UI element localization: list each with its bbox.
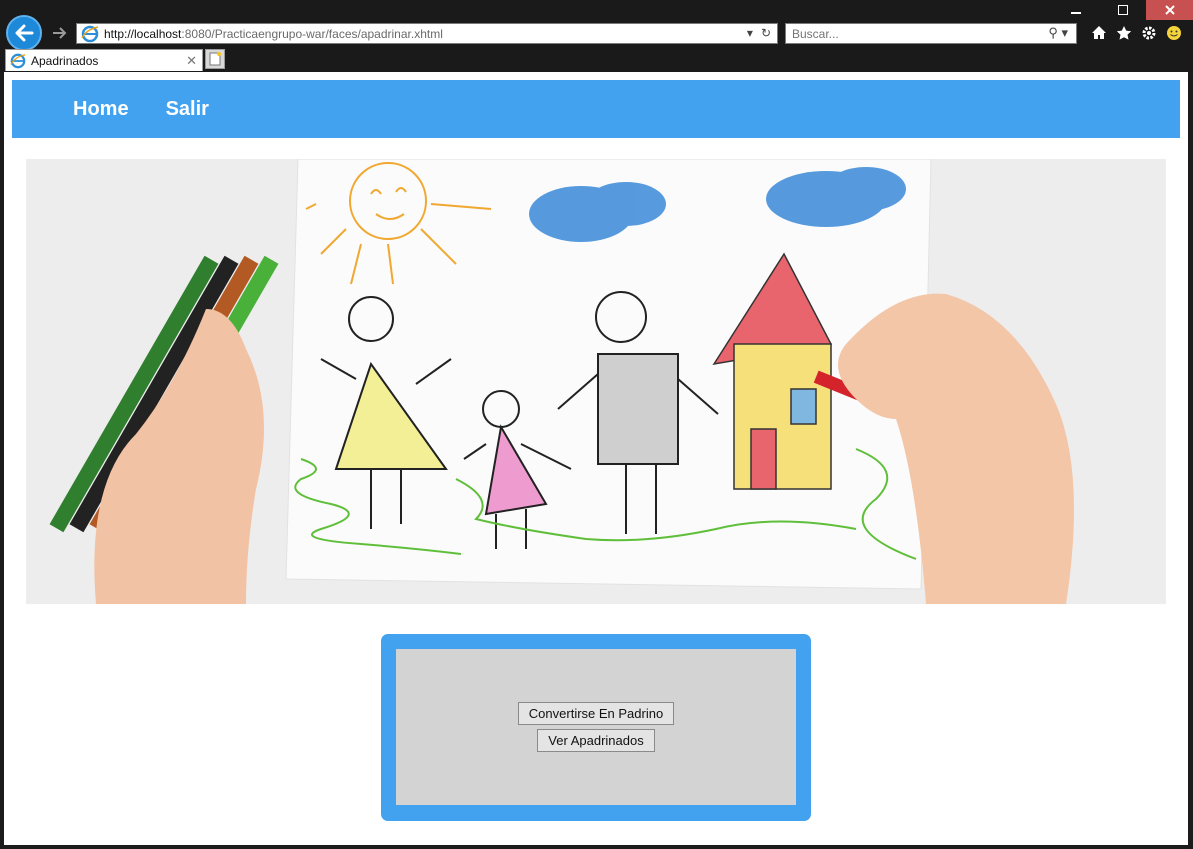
favorites-star-icon[interactable] [1115,24,1133,42]
ie-tab-icon [10,53,26,68]
ie-icon [81,25,99,42]
arrow-left-icon [15,24,34,42]
smiley-icon[interactable] [1165,24,1183,42]
tab-apadrinados[interactable]: Apadrinados ✕ [5,49,203,71]
hero-image [26,159,1166,604]
arrow-right-icon [53,27,67,39]
gear-icon[interactable] [1140,24,1158,42]
close-window-button[interactable] [1146,0,1193,20]
maximize-button[interactable] [1099,0,1146,20]
url-text: http://localhost:8080/Practicaengrupo-wa… [104,26,443,41]
ver-apadrinados-button[interactable]: Ver Apadrinados [537,729,655,752]
top-navbar: Home Salir [12,80,1180,138]
page-viewport: Home Salir Convertirse En Padrino Ver Ap… [4,72,1188,845]
nav-home-link[interactable]: Home [73,98,129,121]
address-bar[interactable]: http://localhost:8080/Practicaengrupo-wa… [76,23,778,44]
back-button[interactable] [6,15,42,51]
action-panel-inner: Convertirse En Padrino Ver Apadrinados [396,649,796,805]
search-box[interactable]: ⚲ ▾ [785,23,1077,44]
minimize-button[interactable] [1052,0,1099,20]
home-icon[interactable] [1090,24,1108,42]
refresh-icon[interactable]: ↻ [761,26,771,40]
forward-button[interactable] [50,22,70,44]
nav-salir-link[interactable]: Salir [166,98,209,121]
new-tab-button[interactable] [205,49,225,69]
search-icon[interactable]: ⚲ ▾ [1048,25,1068,41]
tab-label: Apadrinados [31,53,99,68]
action-panel: Convertirse En Padrino Ver Apadrinados [381,634,811,821]
new-tab-icon [209,52,221,66]
convertirse-padrino-button[interactable]: Convertirse En Padrino [517,702,675,725]
search-input[interactable] [786,24,1026,43]
dropdown-icon[interactable]: ▾ [747,26,753,40]
tab-close-icon[interactable]: ✕ [186,53,197,69]
browser-chrome: http://localhost:8080/Practicaengrupo-wa… [0,0,1193,72]
